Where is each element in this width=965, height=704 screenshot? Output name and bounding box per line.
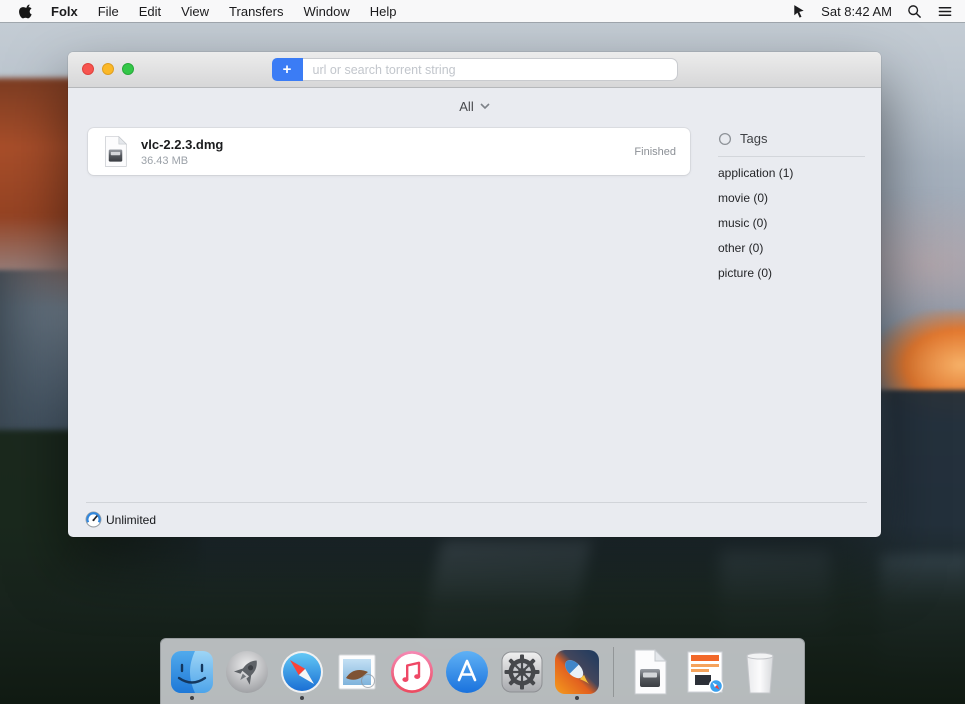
dock-folx[interactable]: [554, 643, 600, 701]
notification-center-icon[interactable]: [937, 4, 953, 19]
appstore-icon: [446, 650, 488, 693]
safari-icon: [281, 650, 323, 693]
disk-image-document-icon: [634, 648, 668, 694]
dock-system-preferences[interactable]: [499, 643, 545, 701]
dock-safari[interactable]: [279, 643, 325, 701]
filter-dropdown[interactable]: All: [68, 88, 881, 124]
search-input[interactable]: [302, 58, 678, 81]
system-preferences-icon: [501, 651, 543, 692]
dmg-file-icon: [105, 135, 128, 167]
add-torrent-button[interactable]: +: [271, 58, 303, 81]
menu-bar-left: Folx File Edit View Transfers Window Hel…: [14, 3, 406, 19]
menu-clock[interactable]: Sat 8:42 AM: [821, 4, 892, 19]
title-bar[interactable]: +: [68, 52, 881, 88]
tags-header[interactable]: Tags: [718, 124, 865, 146]
menu-bar: Folx File Edit View Transfers Window Hel…: [0, 0, 965, 22]
window-content: All vlc-2.2.3.dmg 36.43 MB Finished Tags…: [68, 88, 881, 502]
close-button[interactable]: [82, 63, 94, 75]
dock-webpage-document[interactable]: [682, 643, 728, 701]
zoom-button[interactable]: [122, 63, 134, 75]
tag-item-movie[interactable]: movie (0): [718, 186, 865, 211]
spotlight-icon[interactable]: [907, 4, 922, 19]
file-meta: vlc-2.2.3.dmg 36.43 MB: [141, 137, 223, 167]
menu-help[interactable]: Help: [360, 4, 407, 19]
speedometer-icon[interactable]: [85, 511, 102, 528]
tag-item-picture[interactable]: picture (0): [718, 261, 865, 286]
apple-menu[interactable]: [14, 3, 41, 19]
divider: [718, 156, 865, 157]
dock-mail[interactable]: [334, 643, 380, 701]
dock-appstore[interactable]: [444, 643, 490, 701]
apple-logo-icon: [19, 4, 32, 19]
mail-icon: [338, 654, 376, 689]
dock-separator: [613, 646, 614, 697]
menu-app-name[interactable]: Folx: [41, 4, 88, 19]
downloads-list: vlc-2.2.3.dmg 36.43 MB Finished: [88, 124, 690, 175]
status-badge: Finished: [634, 145, 676, 158]
dock-trash[interactable]: [737, 643, 783, 701]
filter-label: All: [459, 98, 474, 114]
menu-view[interactable]: View: [171, 4, 219, 19]
divider: [86, 502, 867, 503]
running-indicator: [190, 695, 194, 700]
chevron-down-icon: [480, 102, 490, 109]
menu-file[interactable]: File: [88, 4, 129, 19]
launchpad-icon: [226, 650, 268, 693]
running-indicator: [300, 695, 304, 700]
minimize-button[interactable]: [102, 63, 114, 75]
desktop: Folx File Edit View Transfers Window Hel…: [0, 0, 965, 704]
file-name: vlc-2.2.3.dmg: [141, 136, 224, 152]
window-controls: [82, 63, 134, 75]
file-size: 36.43 MB: [141, 154, 189, 167]
body-row: vlc-2.2.3.dmg 36.43 MB Finished Tags app…: [88, 124, 881, 502]
tag-item-other[interactable]: other (0): [718, 236, 865, 261]
status-bar: Unlimited: [68, 502, 881, 537]
dock-finder[interactable]: [169, 643, 215, 701]
dock: [160, 638, 805, 704]
download-row[interactable]: vlc-2.2.3.dmg 36.43 MB Finished: [88, 128, 690, 175]
speed-limit-label: Unlimited: [106, 512, 157, 527]
running-indicator: [575, 695, 579, 700]
dock-launchpad[interactable]: [224, 643, 270, 701]
menu-window[interactable]: Window: [293, 4, 359, 19]
tags-title: Tags: [740, 131, 768, 146]
tags-circle-icon: [718, 132, 732, 145]
dock-disk-image-document[interactable]: [627, 643, 673, 701]
menu-edit[interactable]: Edit: [129, 4, 171, 19]
folx-icon: [555, 649, 599, 694]
folx-window: + All: [68, 52, 881, 537]
dock-itunes[interactable]: [389, 643, 435, 701]
itunes-icon: [391, 650, 433, 693]
cursor-status-icon[interactable]: [791, 4, 806, 19]
menu-bar-right: Sat 8:42 AM: [791, 4, 953, 19]
menu-transfers[interactable]: Transfers: [219, 4, 293, 19]
tag-item-application[interactable]: application (1): [718, 161, 865, 186]
webpage-document-icon: [687, 651, 724, 693]
tags-sidebar: Tags application (1) movie (0) music (0)…: [718, 124, 881, 286]
tag-item-music[interactable]: music (0): [718, 211, 865, 236]
finder-icon: [171, 650, 213, 693]
torrent-search-widget: +: [271, 58, 678, 81]
trash-icon: [746, 652, 774, 693]
